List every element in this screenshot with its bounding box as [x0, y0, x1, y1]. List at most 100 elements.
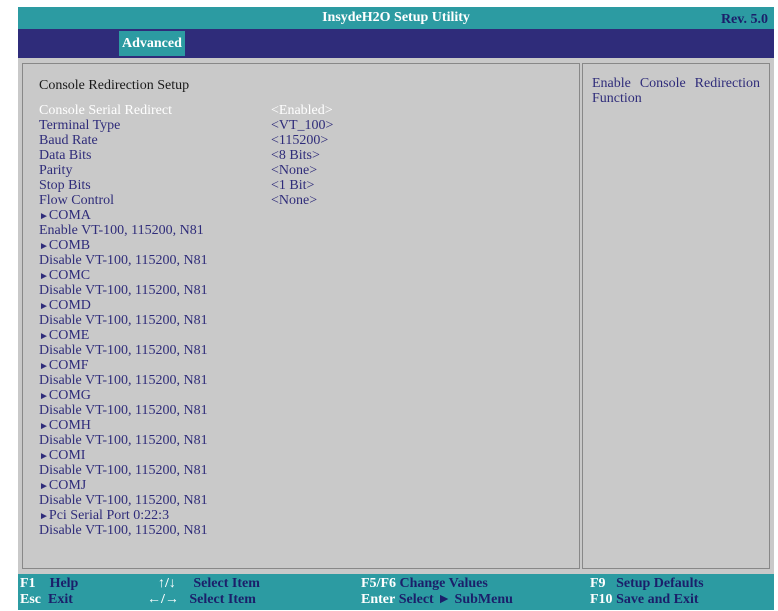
submenu-label: COMA	[48, 208, 91, 223]
setting-value[interactable]: <115200>	[271, 133, 328, 148]
setting-value[interactable]: <8 Bits>	[271, 148, 320, 163]
port-status: Disable VT-100, 115200, N81	[39, 343, 208, 358]
revision-label: Rev. 5.0	[720, 12, 768, 27]
triangle-right-icon: ►	[39, 451, 49, 462]
port-status: Enable VT-100, 115200, N81	[39, 223, 204, 238]
triangle-right-icon: ►	[39, 331, 49, 342]
key-hint-help: F1 Help	[20, 576, 78, 592]
setting-value[interactable]: <None>	[271, 193, 317, 208]
submenu-comc[interactable]: ►COMC	[39, 268, 90, 284]
triangle-right-icon: ►	[39, 271, 49, 282]
tab-bar: Advanced	[18, 29, 774, 58]
setting-value[interactable]: <VT_100>	[271, 118, 333, 133]
submenu-comb[interactable]: ►COMB	[39, 238, 90, 254]
key-label: F5/F6	[361, 576, 396, 591]
submenu-pci-serial-port[interactable]: ►Pci Serial Port 0:22:3	[39, 508, 169, 524]
triangle-right-icon: ►	[39, 481, 49, 492]
triangle-right-icon: ►	[39, 361, 49, 372]
port-status: Disable VT-100, 115200, N81	[39, 493, 208, 508]
tab-advanced[interactable]: Advanced	[119, 31, 185, 56]
setting-label: Parity	[39, 163, 73, 178]
key-hint-setup-defaults: F9 Setup Defaults	[590, 576, 704, 592]
setting-parity[interactable]: Parity <None>	[39, 163, 317, 178]
submenu-comd[interactable]: ►COMD	[39, 298, 91, 314]
submenu-label: COMI	[48, 448, 86, 463]
port-status: Disable VT-100, 115200, N81	[39, 433, 208, 448]
setting-label: Terminal Type	[39, 118, 121, 133]
submenu-label: COMC	[48, 268, 91, 283]
key-hint-save-exit: F10 Save and Exit	[590, 592, 699, 608]
submenu-label: COMB	[48, 238, 91, 253]
submenu-comi[interactable]: ►COMI	[39, 448, 85, 464]
key-label: F9	[590, 576, 606, 591]
setting-stop-bits[interactable]: Stop Bits <1 Bit>	[39, 178, 314, 193]
setting-value[interactable]: <None>	[271, 163, 317, 178]
setting-console-serial-redirect[interactable]: Console Serial Redirect <Enabled>	[39, 103, 333, 118]
key-desc: Select ► SubMenu	[398, 592, 513, 607]
key-label: ←/→	[147, 592, 179, 607]
submenu-comf[interactable]: ►COMF	[39, 358, 89, 374]
submenu-comj[interactable]: ►COMJ	[39, 478, 86, 494]
triangle-right-icon: ►	[39, 301, 49, 312]
title-bar: InsydeH2O Setup Utility Rev. 5.0	[18, 7, 774, 29]
triangle-right-icon: ►	[39, 421, 49, 432]
triangle-right-icon: ►	[39, 211, 49, 222]
help-panel: Enable Console Redirection Function	[582, 63, 770, 569]
submenu-comg[interactable]: ►COMG	[39, 388, 91, 404]
key-desc: Select Item	[193, 576, 260, 591]
key-desc: Help	[49, 576, 79, 591]
submenu-label: COMH	[48, 418, 91, 433]
key-desc: Setup Defaults	[616, 576, 704, 591]
bios-screen: InsydeH2O Setup Utility Rev. 5.0 Advance…	[18, 7, 774, 610]
setting-label: Stop Bits	[39, 178, 91, 193]
app-title: InsydeH2O Setup Utility	[322, 10, 470, 25]
submenu-label: COME	[48, 328, 90, 343]
submenu-coma[interactable]: ►COMA	[39, 208, 91, 224]
setting-label: Baud Rate	[39, 133, 98, 148]
key-label: Esc	[20, 592, 41, 607]
section-title: Console Redirection Setup	[39, 78, 190, 93]
triangle-right-icon: ►	[39, 391, 49, 402]
settings-panel: Console Redirection Setup Console Serial…	[22, 63, 580, 569]
submenu-comh[interactable]: ►COMH	[39, 418, 91, 434]
key-hint-select-item-vertical: ↑/↓ Select Item	[158, 576, 260, 592]
content-area: Console Redirection Setup Console Serial…	[18, 58, 774, 574]
port-status: Disable VT-100, 115200, N81	[39, 283, 208, 298]
key-hint-change-values: F5/F6 Change Values	[361, 576, 488, 592]
setting-value[interactable]: <Enabled>	[271, 103, 333, 118]
key-label: F10	[590, 592, 613, 607]
setting-terminal-type[interactable]: Terminal Type <VT_100>	[39, 118, 333, 133]
setting-label: Data Bits	[39, 148, 92, 163]
port-status: Disable VT-100, 115200, N81	[39, 253, 208, 268]
key-desc: Exit	[48, 592, 73, 607]
triangle-right-icon: ►	[39, 241, 49, 252]
triangle-right-icon: ►	[39, 511, 49, 522]
setting-baud-rate[interactable]: Baud Rate <115200>	[39, 133, 328, 148]
submenu-label: Pci Serial Port 0:22:3	[48, 508, 170, 523]
setting-value[interactable]: <1 Bit>	[271, 178, 314, 193]
key-label: ↑/↓	[158, 576, 176, 591]
port-status: Disable VT-100, 115200, N81	[39, 523, 208, 538]
key-hint-submenu: Enter Select ► SubMenu	[361, 592, 513, 608]
key-legend: F1 Help Esc Exit ↑/↓ Select Item ←/→ Sel…	[18, 574, 774, 610]
submenu-label: COMJ	[48, 478, 87, 493]
key-hint-exit: Esc Exit	[20, 592, 73, 608]
key-label: F1	[20, 576, 36, 591]
port-status: Disable VT-100, 115200, N81	[39, 373, 208, 388]
port-status: Disable VT-100, 115200, N81	[39, 313, 208, 328]
key-label: Enter	[361, 592, 396, 607]
key-desc: Change Values	[399, 576, 488, 591]
port-status: Disable VT-100, 115200, N81	[39, 403, 208, 418]
setting-label: Flow Control	[39, 193, 115, 208]
key-desc: Save and Exit	[616, 592, 699, 607]
submenu-come[interactable]: ►COME	[39, 328, 89, 344]
submenu-label: COMF	[48, 358, 89, 373]
submenu-label: COMD	[48, 298, 91, 313]
setting-data-bits[interactable]: Data Bits <8 Bits>	[39, 148, 320, 163]
port-status: Disable VT-100, 115200, N81	[39, 463, 208, 478]
setting-flow-control[interactable]: Flow Control <None>	[39, 193, 317, 208]
help-text: Enable Console Redirection Function	[592, 76, 760, 106]
submenu-label: COMG	[48, 388, 91, 403]
setting-label: Console Serial Redirect	[39, 103, 172, 118]
key-hint-select-item-horizontal: ←/→ Select Item	[147, 592, 256, 608]
